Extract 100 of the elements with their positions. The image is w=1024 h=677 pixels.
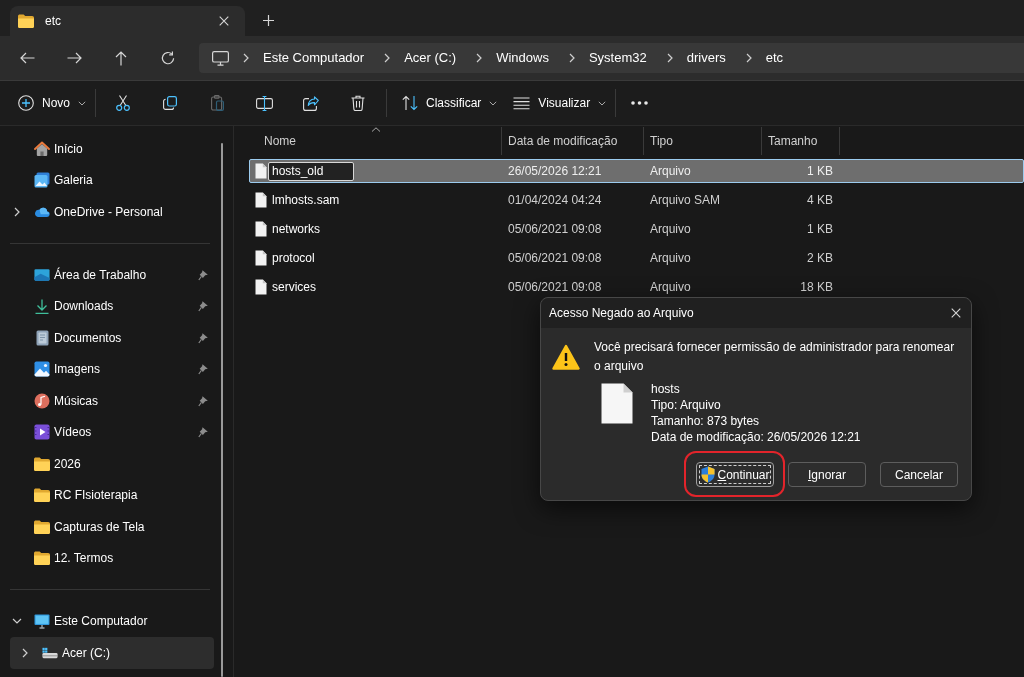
pin-icon[interactable] xyxy=(198,394,209,407)
plus-icon[interactable] xyxy=(263,15,274,26)
breadcrumb[interactable]: Este Computador xyxy=(263,48,371,68)
share-icon[interactable] xyxy=(303,95,319,111)
column-header[interactable]: Nome xyxy=(250,127,502,155)
sidebar-item[interactable]: 12. Termos xyxy=(10,542,214,574)
column-header[interactable]: Tamanho xyxy=(762,127,840,155)
video-icon xyxy=(34,424,50,441)
file-row[interactable]: hosts_old 26/05/2026 12:21 Arquivo 1 KB xyxy=(249,159,1024,183)
breadcrumb[interactable]: Windows xyxy=(496,48,555,68)
chevron-right-icon[interactable] xyxy=(384,53,391,63)
scrollbar[interactable] xyxy=(221,143,223,677)
column-header[interactable]: Data de modificação xyxy=(502,127,644,155)
sidebar-item[interactable]: OneDrive - Personal xyxy=(10,196,214,228)
breadcrumb[interactable]: Acer (C:) xyxy=(404,48,463,68)
file-row[interactable]: lmhosts.sam 01/04/2024 04:24 Arquivo SAM 4 KB xyxy=(249,188,1024,212)
file-detail: Tipo: Arquivo xyxy=(651,397,721,413)
home-icon xyxy=(34,140,50,157)
close-icon[interactable] xyxy=(951,308,961,318)
sidebar-item[interactable]: Documentos xyxy=(10,322,214,354)
view-button[interactable]: Visualizar xyxy=(505,87,615,119)
trash-icon[interactable] xyxy=(351,95,365,111)
file-name: services xyxy=(272,279,316,296)
file-icon xyxy=(255,163,267,179)
close-icon[interactable] xyxy=(219,16,229,26)
chevron-right-icon[interactable] xyxy=(745,53,752,63)
table-cell: 26/05/2026 12:21 xyxy=(508,164,602,178)
table-cell: 05/06/2021 09:08 xyxy=(508,222,602,236)
plus-circle-icon xyxy=(18,95,34,111)
sidebar-item[interactable]: Vídeos xyxy=(10,416,214,448)
pin-icon[interactable] xyxy=(198,331,209,344)
file-name: protocol xyxy=(272,250,315,267)
chevron-right-icon[interactable] xyxy=(666,53,673,63)
sidebar-item[interactable]: Músicas xyxy=(10,385,214,417)
breadcrumb[interactable]: etc xyxy=(765,48,790,68)
sidebar-item[interactable]: Este Computador xyxy=(10,605,214,637)
breadcrumb[interactable]: drivers xyxy=(686,48,732,68)
arrow-left-icon[interactable] xyxy=(19,52,35,64)
pin-icon[interactable] xyxy=(198,426,209,439)
file-detail: Data de modificação: 26/05/2026 12:21 xyxy=(651,429,861,445)
chevron-right-icon[interactable] xyxy=(568,53,575,63)
cloud-icon xyxy=(34,205,50,218)
chevron-down-icon[interactable] xyxy=(12,618,22,625)
sidebar-item[interactable]: Galeria xyxy=(10,164,214,196)
file-icon xyxy=(601,383,633,424)
tab[interactable]: etc xyxy=(10,6,245,36)
address-bar[interactable]: Este Computador Acer (C:) Windows System32 drivers etc xyxy=(199,43,1024,73)
monitor-icon xyxy=(212,50,229,66)
table-cell: Arquivo xyxy=(650,251,691,265)
column-header[interactable]: Tipo xyxy=(644,127,762,155)
arrow-up-icon[interactable] xyxy=(115,50,127,66)
sidebar-item[interactable]: 2026 xyxy=(10,448,214,480)
sidebar-item[interactable]: Início xyxy=(10,133,214,165)
text-cursor-icon[interactable] xyxy=(255,95,273,111)
sidebar-item[interactable]: Imagens xyxy=(10,353,214,385)
refresh-icon[interactable] xyxy=(161,51,175,65)
chevron-right-icon[interactable] xyxy=(243,53,249,63)
sidebar-item[interactable]: Área de Trabalho xyxy=(10,259,214,291)
pin-icon[interactable] xyxy=(198,268,209,281)
table-cell: Arquivo xyxy=(650,164,691,178)
file-icon xyxy=(255,250,267,266)
chevron-right-icon[interactable] xyxy=(22,647,28,658)
sidebar-item[interactable]: Acer (C:) xyxy=(10,637,214,669)
table-cell: 4 KB xyxy=(807,193,833,207)
table-cell: 05/06/2021 09:08 xyxy=(508,280,602,294)
rename-field[interactable]: hosts_old xyxy=(268,161,354,181)
chevron-right-icon[interactable] xyxy=(14,206,20,217)
monitor-icon xyxy=(34,613,50,629)
gallery-icon xyxy=(34,172,50,189)
sidebar-item[interactable]: Capturas de Tela xyxy=(10,511,214,543)
pin-icon[interactable] xyxy=(198,300,209,313)
more-icon[interactable] xyxy=(630,101,648,105)
file-row[interactable]: networks 05/06/2021 09:08 Arquivo 1 KB xyxy=(249,217,1024,241)
file-name: lmhosts.sam xyxy=(272,192,340,209)
file-detail: Tamanho: 873 bytes xyxy=(651,413,760,429)
table-cell: 1 KB xyxy=(807,164,833,178)
new-button[interactable]: Novo xyxy=(10,87,94,119)
warning-icon xyxy=(552,344,580,370)
file-icon xyxy=(255,192,267,208)
file-row[interactable]: protocol 05/06/2021 09:08 Arquivo 2 KB xyxy=(249,246,1024,270)
sidebar-item[interactable]: Downloads xyxy=(10,290,214,322)
arrow-right-icon[interactable] xyxy=(66,52,82,64)
breadcrumb[interactable]: System32 xyxy=(588,48,653,68)
file-row[interactable]: services 05/06/2021 09:08 Arquivo 18 KB xyxy=(249,275,1024,299)
sidebar-item[interactable]: RC FIsioterapia xyxy=(10,479,214,511)
folder-icon xyxy=(34,551,50,566)
chevron-right-icon[interactable] xyxy=(476,53,483,63)
copy-icon[interactable] xyxy=(163,96,177,110)
dialog-button[interactable]: Continuar xyxy=(696,462,774,487)
dialog-button[interactable]: Cancelar xyxy=(880,462,958,487)
table-cell: Arquivo xyxy=(650,280,691,294)
table-cell: 01/04/2024 04:24 xyxy=(508,193,602,207)
file-name: networks xyxy=(272,221,321,238)
scissors-icon[interactable] xyxy=(116,95,130,111)
pin-icon[interactable] xyxy=(198,363,209,376)
table-cell: 1 KB xyxy=(807,222,833,236)
file-icon xyxy=(255,221,267,237)
dialog-title: Acesso Negado ao Arquivo xyxy=(549,305,694,322)
dialog-button[interactable]: Ignorar xyxy=(788,462,866,487)
sort-button[interactable]: Classificar xyxy=(394,87,506,119)
